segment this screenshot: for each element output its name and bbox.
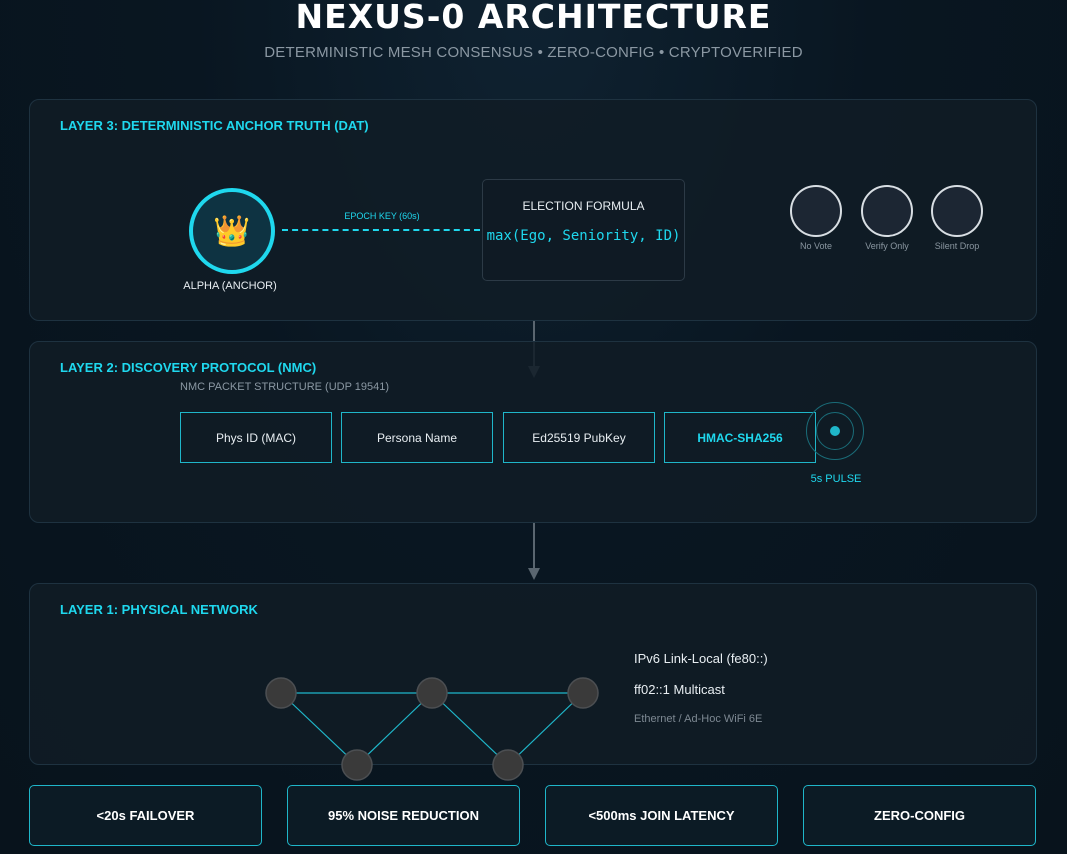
pulse-label: 5s PULSE <box>810 473 862 485</box>
pulse-dot <box>830 426 840 436</box>
metric-noise-reduction: 95% NOISE REDUCTION <box>287 785 520 846</box>
crown-icon: 👑 <box>213 214 251 248</box>
packet-field-phys-id: Phys ID (MAC) <box>180 412 332 463</box>
layer1-panel: LAYER 1: PHYSICAL NETWORK <box>29 583 1037 765</box>
layer2-to-layer1-arrowhead <box>528 568 540 580</box>
alpha-anchor-label: ALPHA (ANCHOR) <box>183 280 277 292</box>
vote-node-no-vote <box>790 185 842 237</box>
layer1-title: LAYER 1: PHYSICAL NETWORK <box>60 602 258 617</box>
vote-node-verify-only <box>861 185 913 237</box>
vote-label-no-vote: No Vote <box>799 241 833 251</box>
metric-failover: <20s FAILOVER <box>29 785 262 846</box>
election-formula-title: ELECTION FORMULA <box>522 199 645 213</box>
page-title: NEXUS-0 ARCHITECTURE <box>295 0 772 36</box>
alpha-anchor-node: 👑 <box>189 188 275 274</box>
epoch-key-label: EPOCH KEY (60s) <box>344 211 420 221</box>
metric-zero-config: ZERO-CONFIG <box>803 785 1036 846</box>
vote-label-silent-drop: Silent Drop <box>934 241 980 251</box>
packet-field-pubkey: Ed25519 PubKey <box>503 412 655 463</box>
multicast-text: ff02::1 Multicast <box>634 682 725 697</box>
election-formula: max(Ego, Seniority, ID) <box>486 228 681 244</box>
vote-node-silent-drop <box>931 185 983 237</box>
metric-join-latency: <500ms JOIN LATENCY <box>545 785 778 846</box>
epoch-key-link <box>282 229 480 231</box>
page-subtitle: DETERMINISTIC MESH CONSENSUS • ZERO-CONF… <box>264 44 803 61</box>
packet-field-persona-name: Persona Name <box>341 412 493 463</box>
medium-text: Ethernet / Ad-Hoc WiFi 6E <box>634 713 763 725</box>
vote-label-verify-only: Verify Only <box>865 241 909 251</box>
packet-structure-caption: NMC PACKET STRUCTURE (UDP 19541) <box>180 381 390 393</box>
election-formula-box: ELECTION FORMULA max(Ego, Seniority, ID) <box>482 179 685 281</box>
layer2-title: LAYER 2: DISCOVERY PROTOCOL (NMC) <box>60 360 317 375</box>
layer2-to-layer1-connector <box>533 523 535 569</box>
layer3-title: LAYER 3: DETERMINISTIC ANCHOR TRUTH (DAT… <box>60 118 369 133</box>
ipv6-link-local-text: IPv6 Link-Local (fe80::) <box>634 651 768 666</box>
packet-field-hmac: HMAC-SHA256 <box>664 412 816 463</box>
